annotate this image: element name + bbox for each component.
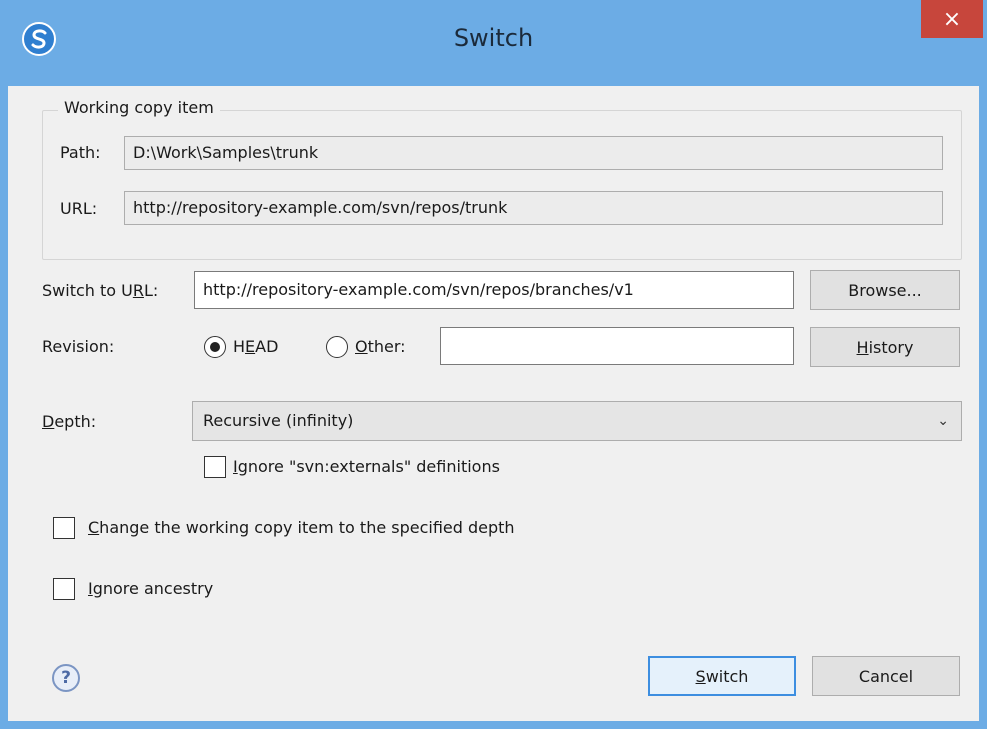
ignore-externals-checkbox[interactable]: [204, 456, 226, 478]
revision-label: Revision:: [42, 337, 115, 356]
chevron-down-icon[interactable]: ⌄: [937, 402, 949, 440]
cancel-button-label: Cancel: [858, 666, 914, 686]
switch-button-label: Switch: [695, 666, 749, 686]
head-radio[interactable]: [204, 336, 226, 358]
browse-button[interactable]: Browse...: [810, 270, 960, 310]
title-bar[interactable]: Switch ×: [0, 0, 987, 86]
close-button[interactable]: ×: [921, 0, 983, 38]
path-field[interactable]: D:\Work\Samples\trunk: [124, 136, 943, 170]
other-revision-input[interactable]: [440, 327, 794, 365]
url-label: URL:: [60, 199, 98, 218]
ignore-ancestry-checkbox[interactable]: [53, 578, 75, 600]
history-button-label: History: [856, 337, 914, 357]
ignore-externals-label[interactable]: Ignore "svn:externals" definitions: [233, 457, 500, 476]
depth-select[interactable]: Recursive (infinity) ⌄: [192, 401, 962, 441]
depth-selected-value: Recursive (infinity): [203, 411, 354, 430]
switch-button[interactable]: Switch: [648, 656, 796, 696]
browse-button-label: Browse...: [848, 280, 922, 300]
close-icon: ×: [942, 6, 962, 32]
other-radio[interactable]: [326, 336, 348, 358]
ignore-ancestry-label[interactable]: Ignore ancestry: [88, 579, 213, 598]
other-radio-label[interactable]: Other:: [355, 337, 406, 356]
history-button[interactable]: History: [810, 327, 960, 367]
change-depth-checkbox[interactable]: [53, 517, 75, 539]
switch-to-url-label: Switch to URL:: [42, 281, 159, 300]
switch-to-url-input[interactable]: http://repository-example.com/svn/repos/…: [194, 271, 794, 309]
window-title: Switch: [453, 24, 534, 52]
working-copy-group: [42, 110, 962, 260]
change-depth-label[interactable]: Change the working copy item to the spec…: [88, 518, 515, 537]
switch-dialog: Switch × Working copy item Path: D:\Work…: [0, 0, 987, 729]
help-icon[interactable]: ?: [52, 664, 80, 692]
path-label: Path:: [60, 143, 101, 162]
cancel-button[interactable]: Cancel: [812, 656, 960, 696]
url-field[interactable]: http://repository-example.com/svn/repos/…: [124, 191, 943, 225]
head-radio-label[interactable]: HEAD: [233, 337, 278, 356]
working-copy-legend: Working copy item: [58, 98, 220, 117]
depth-label: Depth:: [42, 412, 97, 431]
